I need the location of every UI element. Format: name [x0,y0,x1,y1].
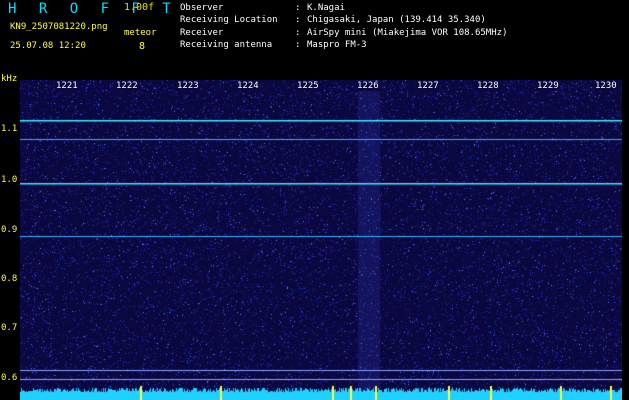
info-value: AirSpy mini (Miakejima VOR 108.65MHz) [307,27,508,38]
version-label: 1.00f [124,2,155,13]
info-separator: : [295,15,301,26]
info-row-antenna: Receiving antenna: Maspro FM-3 [180,39,507,51]
x-tick-label: 1223 [176,81,200,91]
x-tick-label: 1226 [356,81,380,91]
info-label: Receiving antenna [180,39,273,50]
x-tick-label: 1228 [476,81,500,91]
info-value: Chigasaki, Japan (139.414 35.340) [307,15,486,26]
info-label: Receiving Location [180,15,278,26]
x-tick-label: 1222 [115,81,139,91]
observation-info: Observer: K.Nagai Receiving Location: Chig… [180,2,507,51]
info-label: Receiver [180,27,224,38]
x-tick-label: 1227 [416,81,440,91]
y-tick-label: 0.7 [1,323,18,333]
x-tick-label: 1230 [594,81,618,91]
y-tick-label: 0.9 [1,225,18,235]
x-tick-label: 1221 [55,81,79,91]
info-row-location: Receiving Location: Chigasaki, Japan (139… [180,14,507,26]
meteor-label: meteor [124,28,157,38]
x-tick-label: 1224 [236,81,260,91]
info-separator: : [295,27,301,38]
y-tick-label: 0.6 [1,373,18,383]
y-tick-label: 1.0 [1,175,18,185]
datetime-label: 25.07.08 12:20 [10,41,86,51]
x-tick-label: 1229 [536,81,560,91]
spectrogram-plot [20,80,622,400]
x-tick-label: 1225 [296,81,320,91]
info-value: K.Nagai [307,3,345,13]
filename-label: KN9_2507081220.png [10,22,108,32]
info-row-observer: Observer: K.Nagai [180,2,507,14]
y-tick-label: 0.8 [1,274,18,284]
header-panel: H R O F F T 1.00f KN9_2507081220.png 25.… [0,0,629,78]
info-value: Maspro FM-3 [307,39,367,50]
meteor-count: 8 [139,41,146,52]
info-row-receiver: Receiver: AirSpy mini (Miakejima VOR 108.… [180,27,507,39]
info-label: Observer [180,3,224,13]
y-tick-label: 1.1 [1,124,18,134]
waterfall-canvas [20,80,622,400]
y-axis-unit: kHz [1,74,18,84]
info-separator: : [295,39,301,50]
info-separator: : [295,3,301,13]
